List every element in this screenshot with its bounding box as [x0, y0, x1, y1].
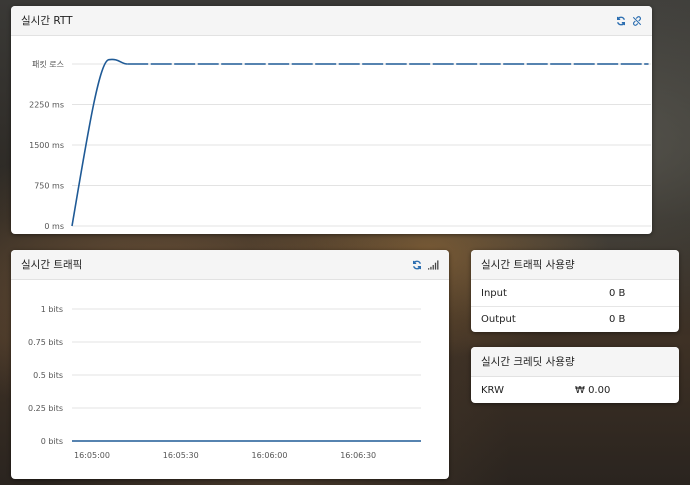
traffic-x-tick-label: 16:06:00	[251, 451, 287, 460]
rtt-chart: 0 ms750 ms1500 ms2250 ms패킷 로스16:0216:031…	[29, 58, 651, 231]
usage-value: 0 B	[609, 314, 626, 325]
rtt-y-tick-label: 0 ms	[44, 222, 64, 231]
rtt-y-tick-label: 2250 ms	[29, 101, 64, 110]
credit-value: ₩ 0.00	[575, 384, 611, 396]
traffic-panel-header: 실시간 트래픽	[11, 250, 449, 280]
traffic-panel: 실시간 트래픽 0 bits 0.25 bits 0.5 bits 0.75 bits…	[11, 250, 449, 479]
rtt-y-tick-label: 패킷 로스	[32, 59, 64, 69]
usage-label: Input	[481, 287, 507, 299]
traffic-y-tick-label: 0.25 bits	[28, 404, 63, 413]
credit-row-krw: KRW ₩ 0.00	[471, 377, 679, 403]
traffic-y-tick-label: 0.75 bits	[28, 338, 63, 347]
rtt-series-line	[71, 58, 128, 227]
usage-label: Output	[481, 314, 516, 325]
traffic-y-tick-label: 0.5 bits	[33, 371, 63, 380]
credit-usage-panel: 실시간 크레딧 사용량 KRW ₩ 0.00	[471, 347, 679, 403]
traffic-y-tick-label: 1 bits	[41, 305, 63, 314]
usage-row-output: Output 0 B	[471, 306, 679, 332]
rtt-panel: 실시간 RTT 0 ms750 ms1500 ms2250 ms패킷 로스16:…	[11, 6, 652, 234]
usage-row-input: Input 0 B	[471, 280, 679, 306]
traffic-usage-header: 실시간 트래픽 사용량	[471, 250, 679, 280]
traffic-x-tick-label: 16:05:30	[163, 451, 199, 460]
rtt-panel-header: 실시간 RTT	[11, 6, 652, 36]
signal-bars-icon[interactable]	[428, 259, 439, 270]
credit-usage-header: 실시간 크레딧 사용량	[471, 347, 679, 377]
traffic-x-tick-label: 16:05:00	[74, 451, 110, 460]
rtt-y-tick-label: 750 ms	[34, 182, 64, 191]
usage-value: 0 B	[609, 287, 626, 299]
credit-usage-title: 실시간 크레딧 사용량	[481, 356, 575, 368]
rtt-y-tick-label: 1500 ms	[29, 141, 64, 150]
traffic-usage-panel: 실시간 트래픽 사용량 Input 0 B Output 0 B	[471, 250, 679, 332]
credit-label: KRW	[481, 384, 504, 396]
traffic-usage-title: 실시간 트래픽 사용량	[481, 259, 575, 271]
refresh-icon[interactable]	[616, 16, 626, 26]
traffic-panel-title: 실시간 트래픽	[21, 259, 83, 271]
unlink-icon[interactable]	[632, 15, 642, 26]
traffic-chart: 0 bits 0.25 bits 0.5 bits 0.75 bits 1 bits 16…	[28, 305, 421, 460]
refresh-icon[interactable]	[412, 260, 422, 270]
rtt-panel-title: 실시간 RTT	[21, 15, 73, 27]
traffic-x-tick-label: 16:06:30	[340, 451, 376, 460]
traffic-y-tick-label: 0 bits	[41, 437, 63, 446]
